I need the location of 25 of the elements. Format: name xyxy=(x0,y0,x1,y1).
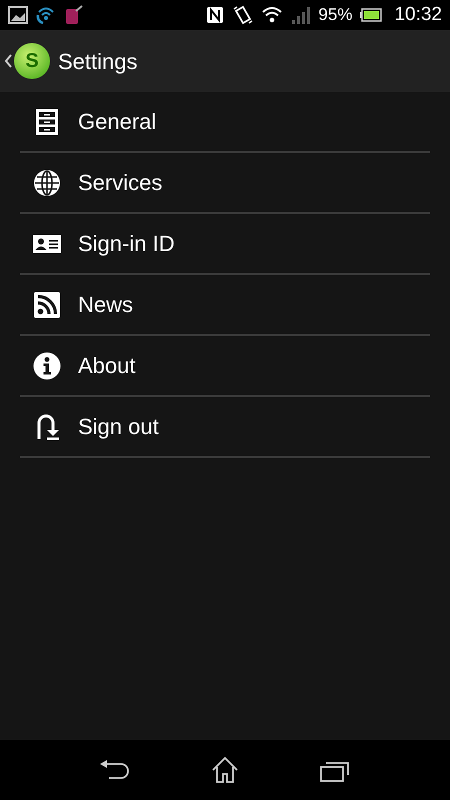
globe-icon xyxy=(32,168,62,198)
clock-time: 10:32 xyxy=(394,2,442,27)
home-nav-button[interactable] xyxy=(210,755,240,785)
wifi-icon xyxy=(262,6,282,24)
vibrate-icon xyxy=(232,5,254,25)
image-icon xyxy=(8,6,28,24)
signal-icon xyxy=(290,5,310,25)
settings-item[interactable]: Sign-in ID xyxy=(20,214,430,275)
settings-item[interactable]: About xyxy=(20,336,430,397)
back-nav-button[interactable] xyxy=(99,758,132,782)
settings-item[interactable]: News xyxy=(20,275,430,336)
settings-item[interactable]: General xyxy=(20,92,430,153)
app-logo: S xyxy=(14,43,50,79)
settings-item[interactable]: Services xyxy=(20,153,430,214)
info-icon xyxy=(32,350,62,380)
back-button[interactable]: S xyxy=(4,43,50,79)
wifi-call-icon xyxy=(36,6,56,24)
battery-icon xyxy=(360,8,382,22)
tag-icon xyxy=(64,5,84,25)
battery-percent: 95% xyxy=(318,4,352,26)
rss-feed-icon xyxy=(32,290,62,320)
nfc-icon xyxy=(206,6,224,24)
screen-title: Settings xyxy=(58,48,138,76)
back-caret-icon xyxy=(4,54,12,68)
settings-item[interactable]: Sign out xyxy=(20,397,430,458)
